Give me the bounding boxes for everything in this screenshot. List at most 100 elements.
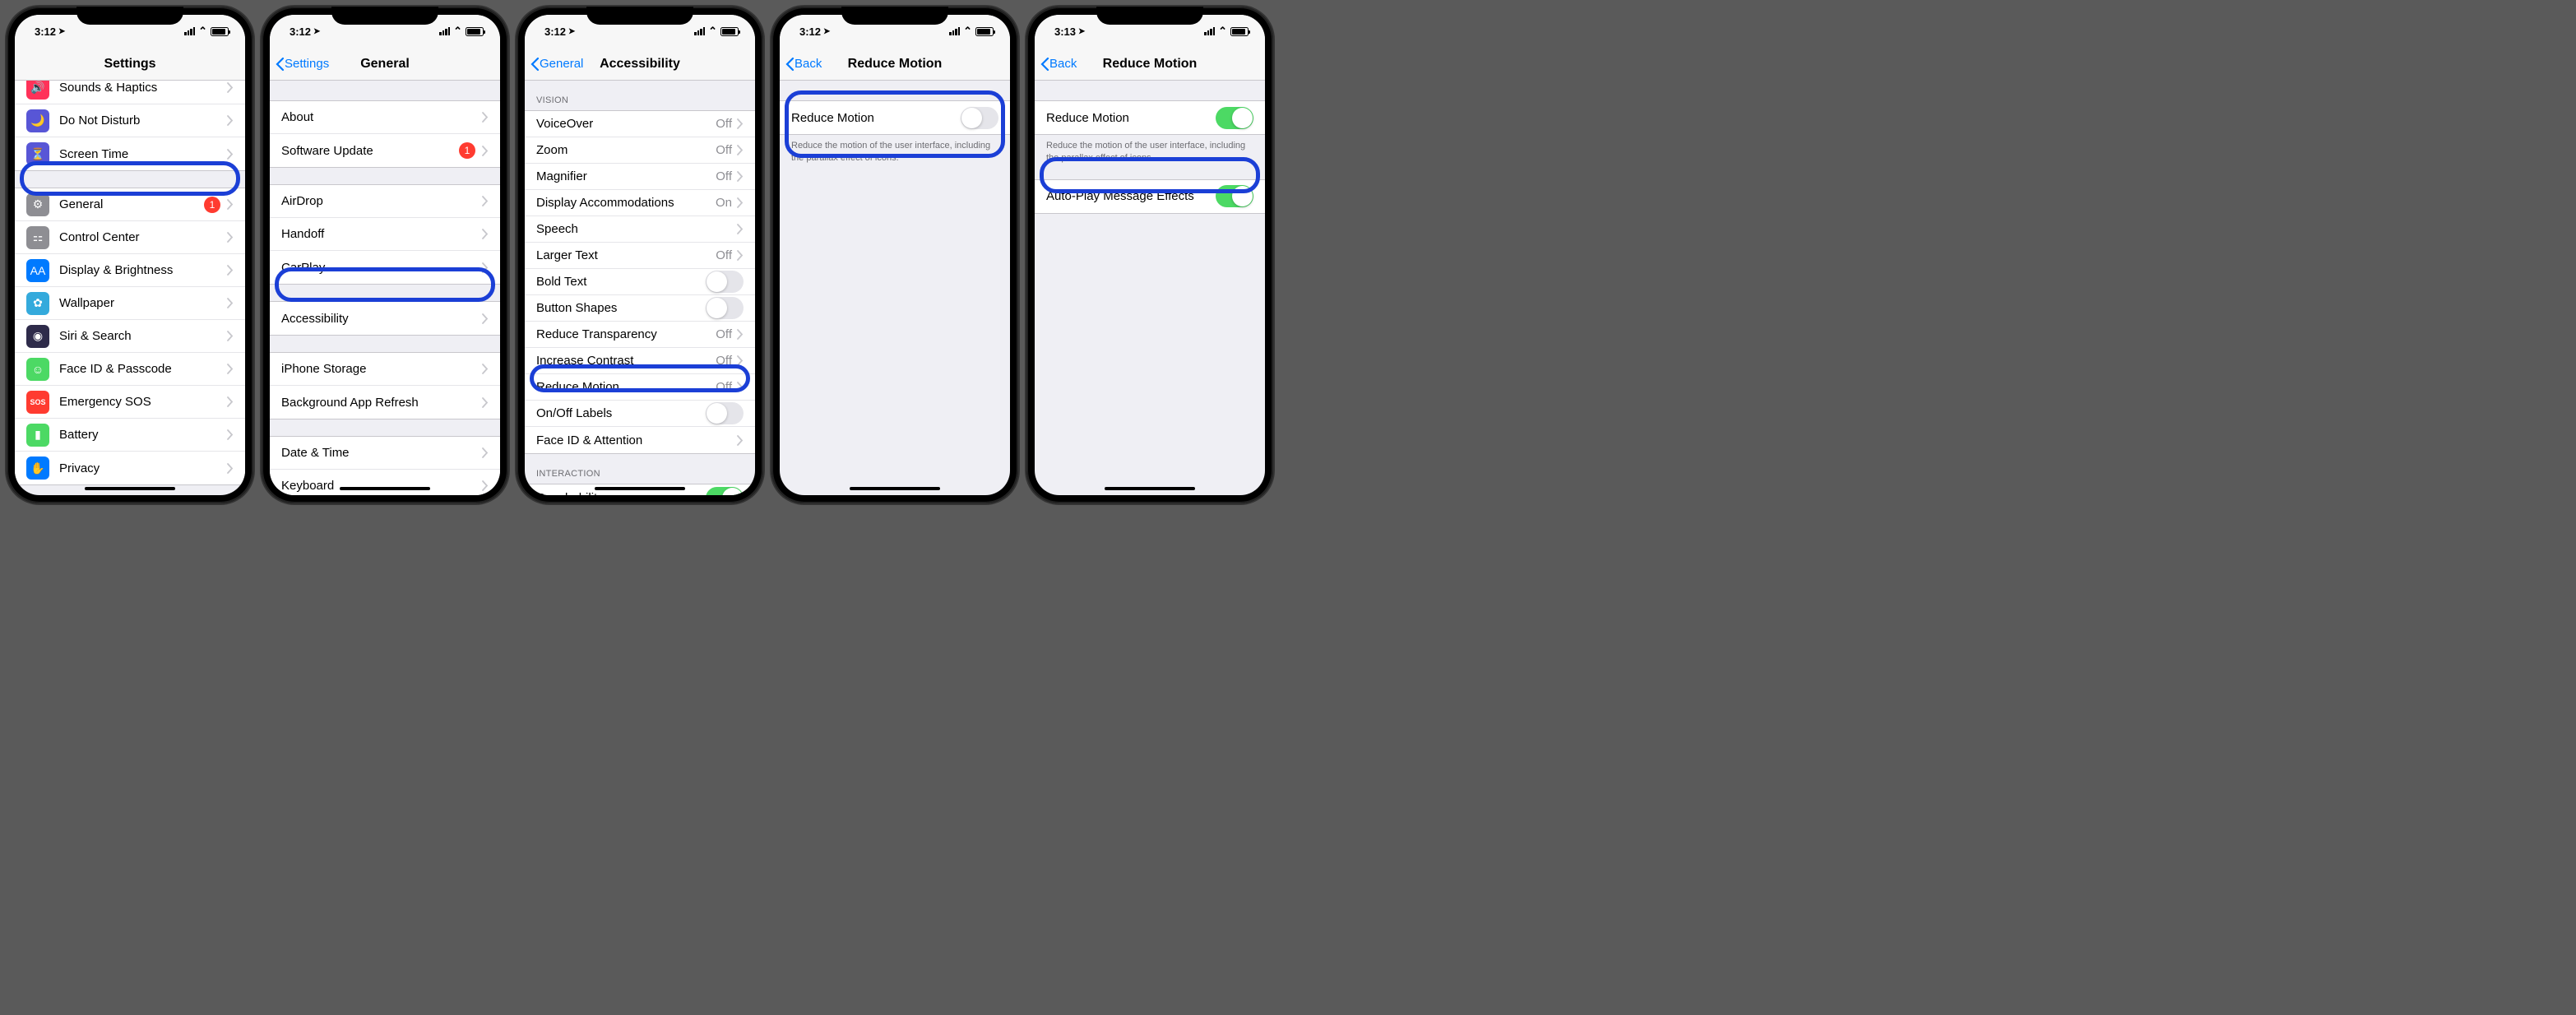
row-screen-time[interactable]: ⏳Screen Time [15,137,245,170]
badge: 1 [204,197,220,213]
page-title: Reduce Motion [1103,57,1198,72]
row-larger-text[interactable]: Larger TextOff [525,243,755,269]
row-faceid-attention[interactable]: Face ID & Attention [525,427,755,453]
row-emergency-sos[interactable]: SOSEmergency SOS [15,386,245,419]
chevron-icon [737,250,744,261]
text-size-icon: AA [26,259,49,282]
page-title: Accessibility [600,57,680,72]
chevron-icon [737,224,744,234]
chevron-icon [737,197,744,208]
signal-icon [1204,27,1215,35]
row-background-app-refresh[interactable]: Background App Refresh [270,386,500,419]
status-time: 3:13 [1054,25,1076,38]
chevron-icon [737,435,744,446]
nav-bar: Settings General [270,48,500,81]
row-about[interactable]: About [270,101,500,134]
gear-icon: ⚙ [26,193,49,216]
row-airdrop[interactable]: AirDrop [270,185,500,218]
row-date-time[interactable]: Date & Time [270,437,500,470]
home-indicator[interactable] [1105,487,1195,490]
row-reduce-transparency[interactable]: Reduce TransparencyOff [525,322,755,348]
status-time: 3:12 [544,25,566,38]
chevron-icon [227,396,234,407]
row-keyboard[interactable]: Keyboard [270,470,500,495]
autoplay-effects-switch[interactable] [1216,185,1253,207]
row-on-off-labels[interactable]: On/Off Labels [525,401,755,427]
chevron-icon [227,115,234,126]
battery-row-icon: ▮ [26,424,49,447]
row-display-accommodations[interactable]: Display AccommodationsOn [525,190,755,216]
chevron-icon [227,364,234,374]
back-button[interactable]: Settings [275,57,329,72]
home-indicator[interactable] [340,487,430,490]
row-reduce-motion[interactable]: Reduce Motion [1035,101,1265,134]
switches-icon: ⚏ [26,226,49,249]
status-time: 3:12 [290,25,311,38]
row-reduce-motion[interactable]: Reduce MotionOff [525,374,755,401]
row-faceid-passcode[interactable]: ☺Face ID & Passcode [15,353,245,386]
chevron-icon [227,232,234,243]
signal-icon [949,27,960,35]
row-carplay[interactable]: CarPlay [270,251,500,284]
row-sounds-haptics[interactable]: 🔊Sounds & Haptics [15,81,245,104]
row-increase-contrast[interactable]: Increase ContrastOff [525,348,755,374]
row-handoff[interactable]: Handoff [270,218,500,251]
back-button[interactable]: Back [785,57,822,72]
home-indicator[interactable] [85,487,175,490]
flower-icon: ✿ [26,292,49,315]
row-magnifier[interactable]: MagnifierOff [525,164,755,190]
row-speech[interactable]: Speech [525,216,755,243]
location-icon: ➤ [568,27,575,36]
row-iphone-storage[interactable]: iPhone Storage [270,353,500,386]
row-wallpaper[interactable]: ✿Wallpaper [15,287,245,320]
reduce-motion-switch[interactable] [961,107,998,129]
wifi-icon: ⌃ [708,25,717,38]
badge: 1 [459,142,475,159]
home-indicator[interactable] [595,487,685,490]
row-general[interactable]: ⚙General1 [15,188,245,221]
battery-icon [975,27,994,36]
back-button[interactable]: General [530,57,583,72]
row-privacy[interactable]: ✋Privacy [15,452,245,484]
location-icon: ➤ [823,27,830,36]
wifi-icon: ⌃ [1218,25,1227,38]
row-siri-search[interactable]: ◉Siri & Search [15,320,245,353]
row-control-center[interactable]: ⚏Control Center [15,221,245,254]
chevron-icon [482,262,489,273]
row-accessibility[interactable]: Accessibility [270,302,500,335]
row-autoplay-message-effects[interactable]: Auto-Play Message Effects [1035,180,1265,213]
wifi-icon: ⌃ [453,25,462,38]
chevron-icon [227,463,234,474]
footer-text: Reduce the motion of the user interface,… [780,135,1010,169]
reduce-motion-switch[interactable] [1216,107,1253,129]
nav-bar: Back Reduce Motion [1035,48,1265,81]
chevron-icon [227,265,234,276]
back-button[interactable]: Back [1040,57,1077,72]
row-reduce-motion[interactable]: Reduce Motion [780,101,1010,134]
button-shapes-switch[interactable] [706,297,744,319]
nav-bar: General Accessibility [525,48,755,81]
bold-text-switch[interactable] [706,271,744,293]
notch [331,7,438,25]
signal-icon [694,27,705,35]
location-icon: ➤ [1078,27,1085,36]
signal-icon [439,27,450,35]
on-off-labels-switch[interactable] [706,402,744,424]
reachability-switch[interactable] [706,487,744,496]
row-button-shapes[interactable]: Button Shapes [525,295,755,322]
row-battery[interactable]: ▮Battery [15,419,245,452]
chevron-icon [482,364,489,374]
row-dnd[interactable]: 🌙Do Not Disturb [15,104,245,137]
row-zoom[interactable]: ZoomOff [525,137,755,164]
chevron-icon [482,313,489,324]
notch [76,7,183,25]
location-icon: ➤ [58,27,65,36]
chevron-icon [482,196,489,206]
home-indicator[interactable] [850,487,940,490]
row-voiceover[interactable]: VoiceOverOff [525,111,755,137]
row-bold-text[interactable]: Bold Text [525,269,755,295]
chevron-icon [482,146,489,156]
chevron-icon [227,331,234,341]
row-display-brightness[interactable]: AADisplay & Brightness [15,254,245,287]
row-software-update[interactable]: Software Update1 [270,134,500,167]
